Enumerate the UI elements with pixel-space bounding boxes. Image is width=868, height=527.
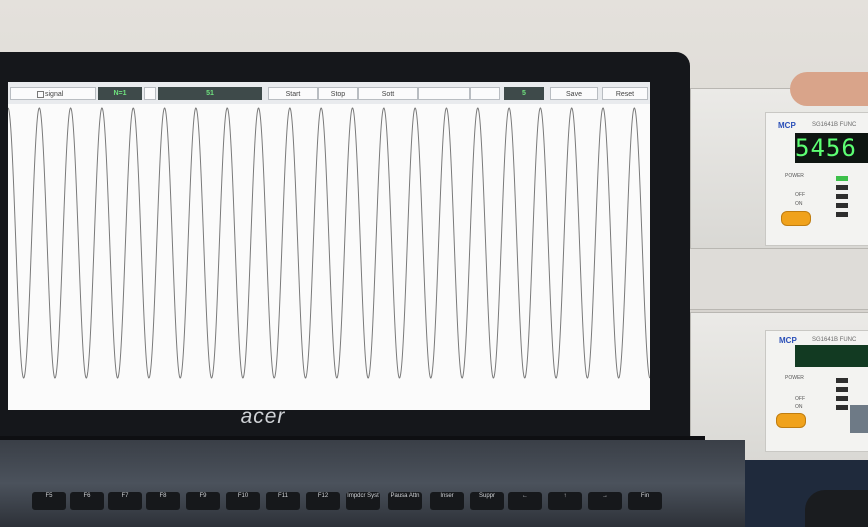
keyboard-key[interactable]: F6: [70, 492, 104, 510]
generator-bottom-power-label: POWER: [785, 375, 804, 381]
sine-wave-trace: [7, 107, 651, 379]
keyboard-key[interactable]: Pausa Attn: [388, 492, 422, 510]
save-button[interactable]: Save: [550, 87, 598, 100]
start-button[interactable]: Start: [268, 87, 318, 100]
hand: [790, 72, 868, 106]
keyboard-key[interactable]: Impdcr Syst: [346, 492, 380, 510]
laptop-screen: signal N=1 51 Start Stop Sott 5 Save Res…: [7, 82, 651, 410]
keyboard-key[interactable]: Inser: [430, 492, 464, 510]
keyboard-key[interactable]: F11: [266, 492, 300, 510]
led-indicator: [836, 405, 848, 410]
generator-top-model: SG1641B FUNC: [812, 122, 857, 128]
keyboard-key[interactable]: F12: [306, 492, 340, 510]
n-counter-display: N=1: [98, 87, 142, 100]
signal-checkbox-label: signal: [45, 91, 64, 98]
keyboard-key[interactable]: F8: [146, 492, 180, 510]
led-indicator: [836, 396, 848, 401]
count-display: 5: [504, 87, 544, 100]
reset-button[interactable]: Reset: [602, 87, 648, 100]
app-toolbar: signal N=1 51 Start Stop Sott 5 Save Res…: [8, 82, 650, 104]
keyboard-key[interactable]: F5: [32, 492, 66, 510]
generator-bottom-off-label: OFF: [795, 396, 805, 402]
generator-top-off-label: OFF: [795, 192, 805, 198]
generator-bottom-display: [795, 345, 868, 367]
shelf-bracket: [668, 248, 868, 310]
led-indicator: [836, 203, 848, 208]
led-indicator: [836, 185, 848, 190]
keyboard-key[interactable]: Suppr: [470, 492, 504, 510]
checkbox-icon[interactable]: [37, 91, 44, 98]
keyboard-key[interactable]: F9: [186, 492, 220, 510]
mouse[interactable]: [805, 490, 868, 527]
waveform-plot: [7, 104, 651, 410]
generator-top-brand: MCP: [778, 121, 796, 130]
keyboard-key[interactable]: F10: [226, 492, 260, 510]
keyboard-key[interactable]: ↑: [548, 492, 582, 510]
keyboard-key[interactable]: Fin: [628, 492, 662, 510]
frequency-display: 5456: [795, 133, 868, 163]
led-indicator: [836, 176, 848, 181]
keyboard-key[interactable]: →: [588, 492, 622, 510]
laptop-base: [0, 440, 745, 527]
keyboard-key[interactable]: ←: [508, 492, 542, 510]
blank-field[interactable]: [144, 87, 156, 100]
generator-bottom-on-label: ON: [795, 404, 803, 410]
toolbar-button-5[interactable]: [470, 87, 500, 100]
generator-bottom-power-button[interactable]: [776, 413, 806, 428]
bnc-connector: [850, 405, 868, 433]
stop-button[interactable]: Stop: [318, 87, 358, 100]
generator-top-power-button[interactable]: [781, 211, 811, 226]
toolbar-button-4[interactable]: [418, 87, 470, 100]
generator-top-power-label: POWER: [785, 173, 804, 179]
led-indicator: [836, 212, 848, 217]
keyboard-key[interactable]: F7: [108, 492, 142, 510]
led-indicator: [836, 378, 848, 383]
generator-bottom-model: SG1641B FUNC: [812, 337, 857, 343]
generator-bottom-brand: MCP: [779, 336, 797, 345]
signal-checkbox-field[interactable]: signal: [10, 87, 96, 100]
led-indicator: [836, 387, 848, 392]
led-indicator: [836, 194, 848, 199]
waveform-svg: [7, 107, 651, 379]
value-display: 51: [158, 87, 262, 100]
sott-button[interactable]: Sott: [358, 87, 418, 100]
generator-top-on-label: ON: [795, 201, 803, 207]
